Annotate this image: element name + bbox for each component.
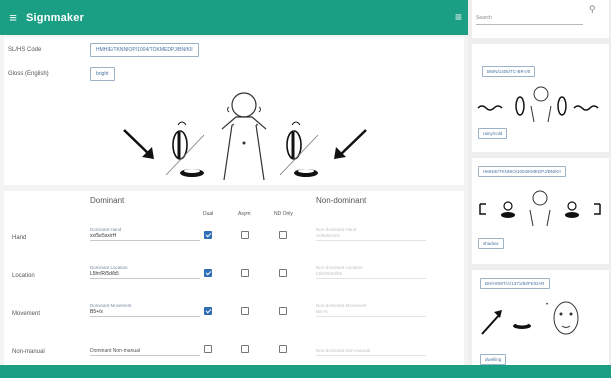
app-bar: ≡ Signmaker ≡	[0, 0, 468, 35]
result-sign-image	[479, 190, 601, 227]
sign-illustration: • •	[123, 92, 367, 181]
row-label-movement: Movement	[12, 311, 41, 317]
nd-only-header: ND Only	[274, 211, 293, 217]
hand-input-label: Dominant Hand	[90, 227, 122, 232]
main-panel: SL/HS Code HMHIE/TKNNIOP/1004/TOKMEDPJ/B…	[0, 35, 468, 365]
movement-nd-checkbox[interactable]	[279, 307, 287, 315]
location-nd-input[interactable]: L5hr/R/5d/b5	[316, 271, 342, 276]
hand-nd-checkbox[interactable]	[279, 231, 287, 239]
movement-input-label: Dominant Movement	[90, 303, 132, 308]
hand-input-underline	[90, 240, 200, 241]
result-code-chip[interactable]: BWN/1405/TC-BR-I/0	[482, 66, 536, 77]
search-box: Search ⚲	[472, 0, 609, 38]
result-card[interactable]: BWN/1405/TC-BR-I/0 rainy/cold	[472, 44, 609, 152]
nonmanual-nd-input[interactable]: Non-dominant Non-manual	[316, 348, 370, 353]
sign-card: SL/HS Code HMHIE/TKNNIOP/1004/TOKMEDPJ/B…	[4, 37, 464, 185]
hand-nd-input[interactable]: xx/5e5xx/rH	[316, 233, 340, 238]
location-input[interactable]: L5hr/R/5d/b5	[90, 271, 119, 277]
nondominant-heading: Non-dominant	[316, 196, 367, 205]
result-sign-image: •	[481, 301, 579, 335]
movement-input[interactable]: B5+/s	[90, 309, 103, 315]
nonmanual-asym-checkbox[interactable]	[241, 345, 249, 353]
app-root: ≡ Signmaker ≡ SL/HS Code HMHIE/TKNNIOP/1…	[0, 0, 611, 378]
location-nd-underline	[316, 278, 426, 279]
location-input-label: Dominant Location	[90, 265, 128, 270]
location-nd-checkbox[interactable]	[279, 269, 287, 277]
nonmanual-nd-checkbox[interactable]	[279, 345, 287, 353]
result-card[interactable]: BH/HOMT/A/1371/BI/FE/DAR • dwelling	[472, 270, 609, 365]
row-label-hand: Hand	[12, 235, 27, 241]
hand-nd-underline	[316, 240, 426, 241]
svg-text:•: •	[232, 123, 234, 129]
nonmanual-nd-underline	[316, 355, 426, 356]
hand-asym-checkbox[interactable]	[241, 231, 249, 239]
result-gloss-chip[interactable]: dwelling	[480, 354, 507, 365]
result-code-chip[interactable]: BH/HOMT/A/1371/BI/FE/DAR	[480, 278, 550, 289]
movement-nd-input[interactable]: B5+/s	[316, 309, 328, 314]
result-gloss-chip[interactable]: rainy/cold	[478, 128, 508, 139]
asym-header: Asym	[238, 211, 251, 217]
svg-text:•: •	[546, 302, 548, 308]
code-row: SL/HS Code HMHIE/TKNNIOP/1004/TOKMEDPJ/B…	[8, 43, 199, 57]
nonmanual-input-underline	[90, 355, 200, 356]
search-icon[interactable]: ⚲	[589, 4, 596, 15]
result-code-chip[interactable]: HMHIE/TKNNIO/1004/KMEDPJ/BN/KII	[478, 166, 566, 177]
hand-input[interactable]: xx/5e5xx/rH	[90, 233, 116, 239]
movement-nd-underline	[316, 316, 426, 317]
movement-asym-checkbox[interactable]	[241, 307, 249, 315]
location-nd-input-label: Non-dominant Location	[316, 265, 363, 270]
search-sidebar: Search ⚲ BWN/1405/TC-BR-I/0 rainy/cold H…	[470, 0, 611, 365]
bottom-bar	[0, 365, 611, 378]
menu-icon[interactable]: ≡	[0, 0, 26, 35]
nonmanual-dual-checkbox[interactable]	[204, 345, 212, 353]
row-label-location: Location	[12, 273, 35, 279]
gloss-row: Gloss (English) bright	[8, 67, 115, 81]
location-input-underline	[90, 278, 200, 279]
search-underline	[476, 24, 583, 25]
hand-dual-checkbox[interactable]	[204, 231, 212, 239]
code-chip[interactable]: HMHIE/TKNNIOP/1004/TOKMEDPJ/BN/KII	[90, 43, 199, 57]
location-asym-checkbox[interactable]	[241, 269, 249, 277]
gloss-chip[interactable]: bright	[90, 67, 115, 81]
svg-text:•: •	[256, 123, 258, 129]
movement-dual-checkbox[interactable]	[204, 307, 212, 315]
search-input[interactable]: Search	[476, 15, 492, 21]
result-card[interactable]: HMHIE/TKNNIO/1004/KMEDPJ/BN/KII shadow	[472, 158, 609, 264]
result-gloss-chip[interactable]: shadow	[478, 238, 504, 249]
parameters-card: Dominant Non-dominant Dual Asym ND Only …	[4, 191, 464, 365]
code-label: SL/HS Code	[8, 47, 42, 53]
panel-toggle-icon[interactable]: ≡	[455, 10, 462, 24]
nonmanual-input[interactable]: Dominant Non-manual	[90, 348, 140, 354]
gloss-label: Gloss (English)	[8, 71, 49, 77]
result-sign-image	[477, 86, 599, 123]
movement-nd-input-label: Non-dominant Movement	[316, 303, 367, 308]
movement-input-underline	[90, 316, 200, 317]
row-label-nonmanual: Non-manual	[12, 349, 45, 355]
dual-header: Dual	[203, 211, 214, 217]
location-dual-checkbox[interactable]	[204, 269, 212, 277]
dominant-heading: Dominant	[90, 196, 125, 205]
hand-nd-input-label: Non-dominant Hand	[316, 227, 357, 232]
app-title: Signmaker	[26, 11, 85, 24]
